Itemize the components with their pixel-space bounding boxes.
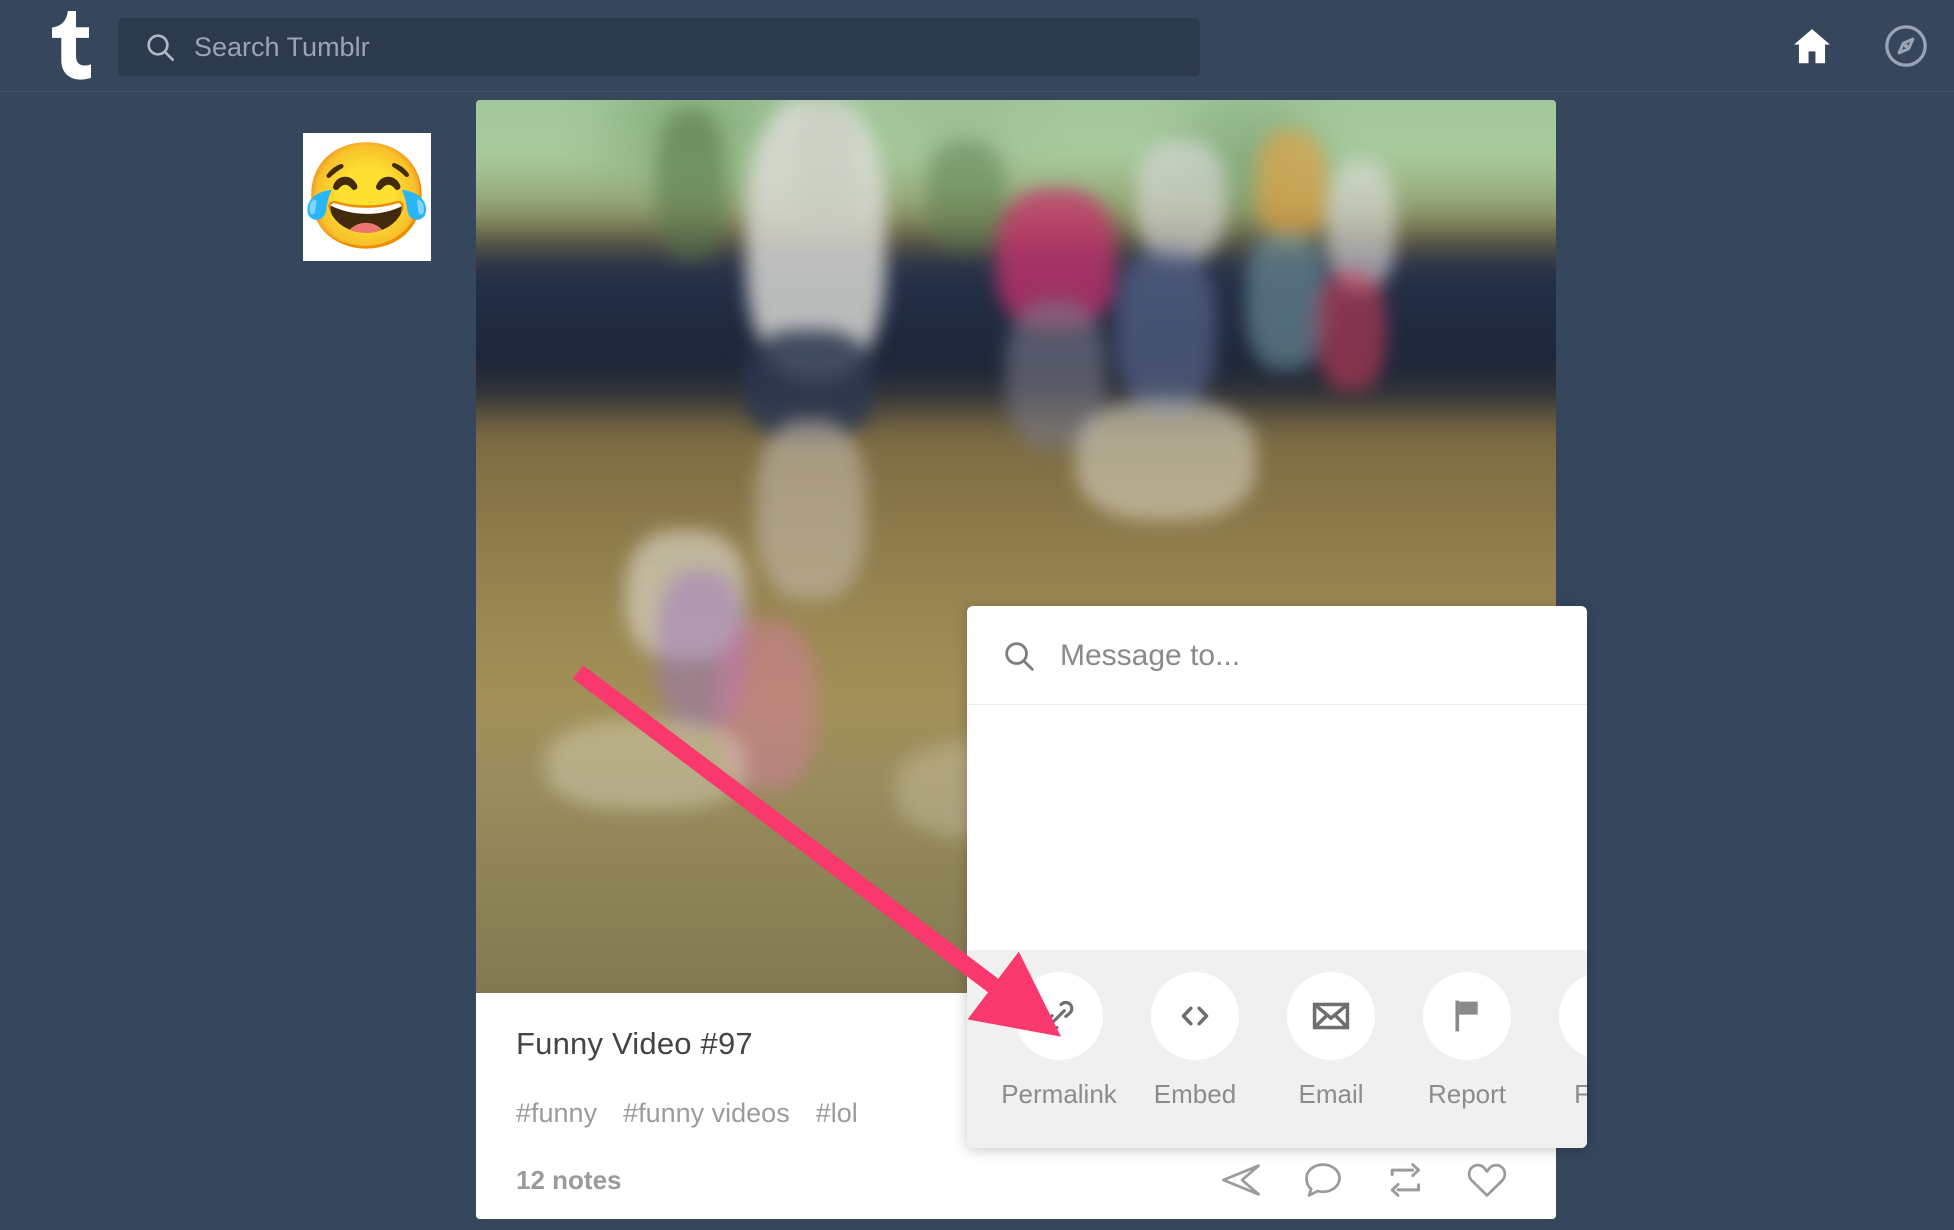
tag-item[interactable]: #lol [816, 1098, 858, 1129]
share-option-embed[interactable]: Embed [1127, 972, 1263, 1110]
blog-avatar[interactable]: 😂 [302, 133, 432, 261]
message-to-input[interactable] [1060, 606, 1570, 705]
post-tags: #funny #funny videos #lol [516, 1098, 858, 1129]
message-to-row [967, 606, 1587, 705]
notes-count[interactable]: 12 notes [516, 1165, 622, 1196]
search-input[interactable] [194, 18, 1184, 76]
share-option-email[interactable]: Email [1263, 972, 1399, 1110]
header-icon-group [1788, 0, 1930, 92]
share-option-label: Face [1574, 1079, 1587, 1109]
search-icon [144, 31, 176, 63]
share-option-label: Permalink [1001, 1079, 1117, 1109]
top-navigation-bar [0, 0, 1954, 92]
reply-bubble-icon[interactable] [1298, 1155, 1348, 1205]
share-option-label: Embed [1153, 1079, 1237, 1109]
envelope-icon [1287, 972, 1375, 1060]
post-action-bar [1216, 1155, 1512, 1205]
like-heart-icon[interactable] [1462, 1155, 1512, 1205]
post-title: Funny Video #97 [516, 1026, 753, 1061]
avatar-emoji: 😂 [302, 139, 432, 255]
facebook-icon [1559, 972, 1587, 1060]
share-option-permalink[interactable]: Permalink [991, 972, 1127, 1110]
share-options-list: Permalink Embed Email Report F [991, 972, 1587, 1110]
share-options-footer: Permalink Embed Email Report F [967, 950, 1587, 1148]
share-option-label: Email [1298, 1079, 1364, 1109]
flag-icon [1423, 972, 1511, 1060]
share-option-report[interactable]: Report [1399, 972, 1535, 1110]
chain-link-icon [1015, 972, 1103, 1060]
tumblr-t-logo[interactable] [36, 8, 100, 84]
share-popup: Permalink Embed [967, 606, 1587, 1148]
code-brackets-icon [1151, 972, 1239, 1060]
search-bar[interactable] [118, 18, 1200, 76]
share-option-label: Report [1427, 1079, 1507, 1109]
search-icon [1002, 639, 1036, 673]
share-icon[interactable] [1216, 1155, 1266, 1205]
tag-item[interactable]: #funny [516, 1098, 597, 1129]
home-icon[interactable] [1788, 22, 1836, 70]
tag-item[interactable]: #funny videos [623, 1098, 790, 1129]
app-root: 😂 [0, 0, 1954, 1230]
reblog-icon[interactable] [1380, 1155, 1430, 1205]
explore-compass-icon[interactable] [1882, 22, 1930, 70]
share-option-facebook[interactable]: Face [1535, 972, 1587, 1110]
message-recipients-list [967, 706, 1587, 950]
